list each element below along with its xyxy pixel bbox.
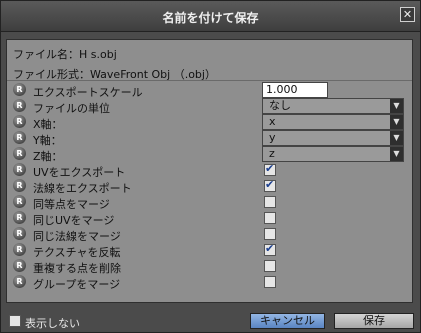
reset-icon[interactable]: R [13,227,26,240]
reset-icon[interactable]: R [13,99,26,112]
reset-icon[interactable]: R [13,211,26,224]
reset-icon[interactable]: R [13,163,26,176]
chevron-down-icon[interactable]: ▼ [390,99,403,113]
save-as-dialog: 名前を付けて保存 ✕ ファイル名：H s.obj ファイル形式：WaveFron… [0,0,421,333]
remove-duplicate-points-checkbox[interactable] [264,260,276,272]
reset-icon[interactable]: R [13,115,26,128]
check-icon: ✔ [265,178,275,191]
row-export-normals: R 法線をエクスポート ✔ [13,178,407,195]
dialog-title: 名前を付けて保存 [162,11,259,25]
z-axis-select[interactable]: z ▼ [262,146,404,162]
separator [7,80,412,81]
reset-icon[interactable]: R [13,195,26,208]
y-axis-select[interactable]: y ▼ [262,130,404,146]
check-icon: ✔ [265,162,275,175]
close-button[interactable]: ✕ [400,7,415,22]
row-merge-equal-points: R 同等点をマージ [13,194,407,211]
check-icon: ✔ [265,242,275,255]
merge-same-uv-checkbox[interactable] [264,212,276,224]
merge-equal-points-checkbox[interactable] [264,196,276,208]
row-y-axis: R Y軸： y ▼ [13,130,407,147]
export-normals-checkbox[interactable]: ✔ [264,178,276,192]
row-merge-groups: R グループをマージ [13,274,407,291]
save-button[interactable]: 保存 [334,313,414,329]
row-z-axis: R Z軸： z ▼ [13,146,407,163]
reset-icon[interactable]: R [13,179,26,192]
row-export-uv: R UVをエクスポート ✔ [13,162,407,179]
x-axis-select[interactable]: x ▼ [262,114,404,130]
row-file-unit: R ファイルの単位 なし ▼ [13,98,407,115]
chevron-down-icon[interactable]: ▼ [390,147,403,161]
flip-texture-checkbox[interactable]: ✔ [264,242,276,256]
row-merge-same-normals: R 同じ法線をマージ [13,226,407,243]
x-axis-value: x [269,115,276,128]
merge-groups-checkbox[interactable] [264,276,276,288]
export-uv-checkbox[interactable]: ✔ [264,162,276,176]
row-flip-texture: R テクスチャを反転 ✔ [13,242,407,259]
chevron-down-icon[interactable]: ▼ [390,115,403,129]
row-export-scale: R エクスポートスケール 1.000 [13,82,407,99]
merge-same-normals-checkbox[interactable] [264,228,276,240]
cancel-button[interactable]: キャンセル [250,313,325,329]
options-panel: ファイル名：H s.obj ファイル形式：WaveFront Obj （.obj… [6,39,413,303]
merge-groups-label: グループをマージ [33,278,121,291]
reset-icon[interactable]: R [13,243,26,256]
y-axis-value: y [269,131,276,144]
row-merge-same-uv: R 同じUVをマージ [13,210,407,227]
file-unit-select[interactable]: なし ▼ [262,98,404,114]
dont-show-checkbox[interactable] [9,315,21,327]
reset-icon[interactable]: R [13,259,26,272]
chevron-down-icon[interactable]: ▼ [390,131,403,145]
row-remove-duplicate-points: R 重複する点を削除 [13,258,407,275]
z-axis-value: z [269,147,275,160]
reset-icon[interactable]: R [13,275,26,288]
dont-show-label: 表示しない [25,317,80,330]
export-scale-input[interactable]: 1.000 [262,82,328,98]
reset-icon[interactable]: R [13,131,26,144]
file-unit-value: なし [269,99,291,112]
title-bar[interactable]: 名前を付けて保存 ✕ [1,1,420,32]
filename-info: ファイル名：H s.obj [13,48,117,61]
reset-icon[interactable]: R [13,147,26,160]
reset-icon[interactable]: R [13,83,26,96]
row-x-axis: R X軸： x ▼ [13,114,407,131]
